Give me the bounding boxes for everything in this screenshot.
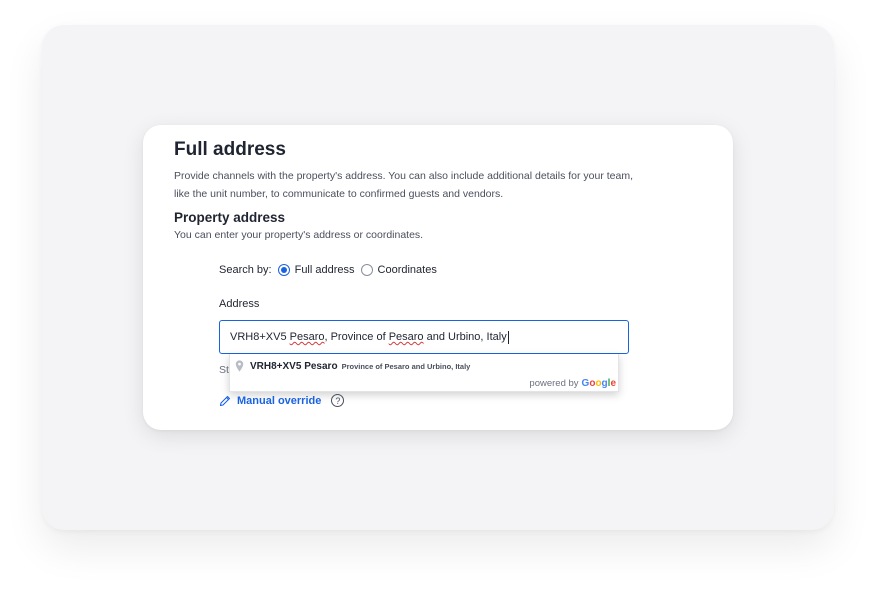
address-value-part: , Province of [324, 331, 389, 343]
autocomplete-suggestion[interactable]: VRH8+XV5 Pesaro Province of Pesaro and U… [235, 360, 470, 372]
full-address-radio[interactable] [277, 264, 290, 276]
address-label: Address [219, 298, 260, 310]
search-by-label: Search by: [219, 264, 272, 276]
suggestion-secondary-text: Province of Pesaro and Urbino, Italy [341, 361, 471, 371]
pencil-icon[interactable] [219, 395, 231, 407]
section-title: Full address [174, 139, 286, 160]
help-icon[interactable]: ? [331, 394, 345, 407]
powered-by-google: powered by Google [529, 378, 616, 389]
address-hint: St [219, 364, 229, 376]
text-caret [507, 330, 509, 344]
map-pin-icon [235, 360, 244, 372]
property-address-title: Property address [174, 210, 286, 225]
powered-by-text: powered by [529, 378, 579, 389]
coordinates-radio[interactable] [360, 264, 373, 276]
section-description: Provide channels with the property's add… [174, 170, 634, 200]
address-value-misspelled: Pesaro [289, 331, 325, 343]
address-value-part: VRH8+XV5 [230, 331, 290, 343]
google-logo: Google [581, 378, 616, 389]
address-input[interactable]: VRH8+XV5 Pesaro, Province of Pesaro and … [219, 320, 629, 354]
address-value-part: and Urbino, Italy [423, 331, 507, 343]
full-address-radio-label[interactable]: Full address [295, 264, 355, 276]
search-by-group: Search by: Full address Coordinates [219, 264, 443, 276]
autocomplete-dropdown: VRH8+XV5 Pesaro Province of Pesaro and U… [229, 354, 619, 392]
manual-override-row: Manual override ? [219, 394, 345, 407]
coordinates-radio-label[interactable]: Coordinates [378, 264, 437, 276]
address-value-misspelled: Pesaro [388, 331, 424, 343]
property-address-description: You can enter your property's address or… [174, 229, 424, 241]
suggestion-main-text: VRH8+XV5 Pesaro [250, 360, 338, 372]
manual-override-link[interactable]: Manual override [237, 395, 321, 407]
full-address-card: Full address Provide channels with the p… [143, 125, 733, 430]
